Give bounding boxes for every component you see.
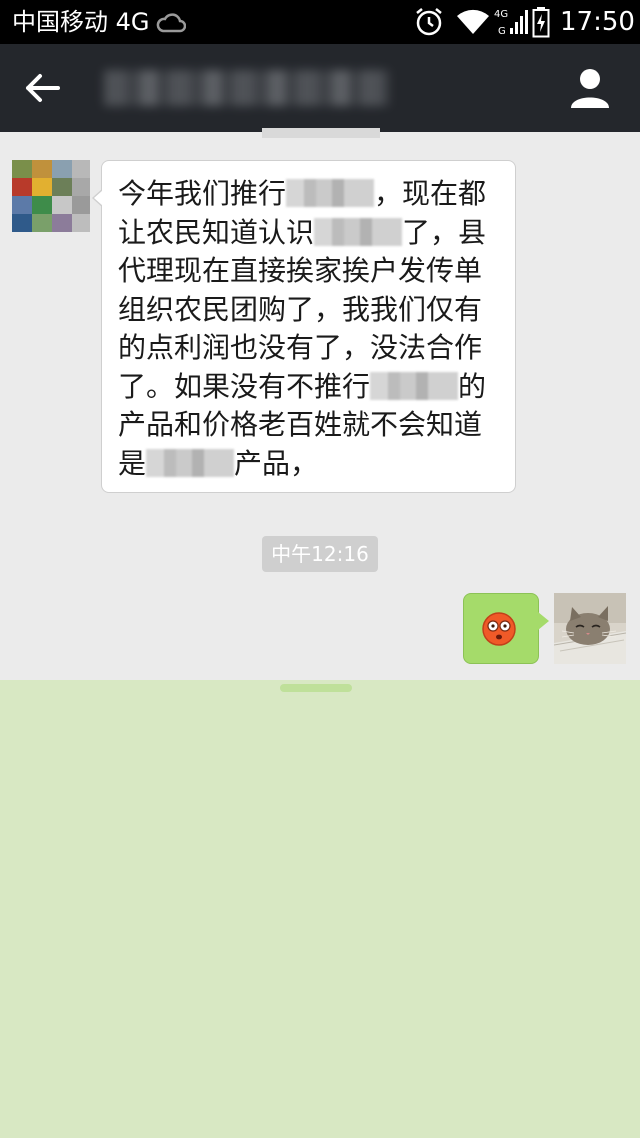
message-line: 的点利润也没有了，没法合作 [118, 331, 483, 364]
clock: 17:50 [560, 7, 635, 37]
contact-avatar[interactable] [12, 160, 90, 232]
cloud-icon [156, 13, 186, 33]
redacted-text [370, 371, 459, 400]
signal-icon: 4G G [494, 9, 528, 37]
outgoing-message-bubble[interactable] [463, 593, 549, 664]
message-line: 了。如果没有不推行的 [118, 369, 487, 403]
carrier-label: 中国移动 4G [12, 8, 150, 36]
battery-charging-icon [532, 7, 550, 38]
svg-text:4G: 4G [494, 9, 508, 20]
user-avatar-cat[interactable] [554, 593, 626, 664]
obscured-region [0, 680, 640, 1138]
chat-header [0, 44, 640, 132]
message-line: 代理现在直接挨家挨户发传单 [118, 254, 483, 287]
status-bar: 中国移动 4G 4G G 17:50 [0, 0, 640, 44]
message-text: 今年我们推行 ，现在都 让农民知道认识 了，县 代理现在直接挨家挨户发传单 组织农民… [118, 175, 498, 483]
hidden-bubble-edge [280, 684, 352, 692]
svg-text:G: G [498, 26, 506, 37]
scroll-hint-bar [262, 128, 380, 138]
chat-title [104, 64, 394, 112]
message-line: 产品和价格老百姓就不会知道 [118, 408, 483, 441]
redacted-text [146, 448, 235, 477]
message-line: 让农民知道认识 了，县 [118, 215, 487, 249]
message-timestamp: 中午12:16 [262, 536, 378, 572]
alarm-icon [416, 8, 442, 36]
incoming-message-bubble[interactable]: 今年我们推行 ，现在都 让农民知道认识 了，县 代理现在直接挨家挨户发传单 组织农民… [92, 160, 516, 493]
message-line: 组织农民团购了，我我们仅有 [118, 292, 483, 326]
redacted-text [314, 217, 403, 246]
redacted-text [286, 179, 375, 207]
dizzy-face-emoji-icon [482, 612, 516, 646]
message-line: 今年我们推行 ，现在都 [118, 177, 487, 210]
wifi-icon [457, 9, 489, 34]
back-arrow-icon[interactable] [22, 70, 62, 106]
profile-icon[interactable] [568, 66, 612, 110]
message-line: 是产品， [118, 446, 319, 480]
